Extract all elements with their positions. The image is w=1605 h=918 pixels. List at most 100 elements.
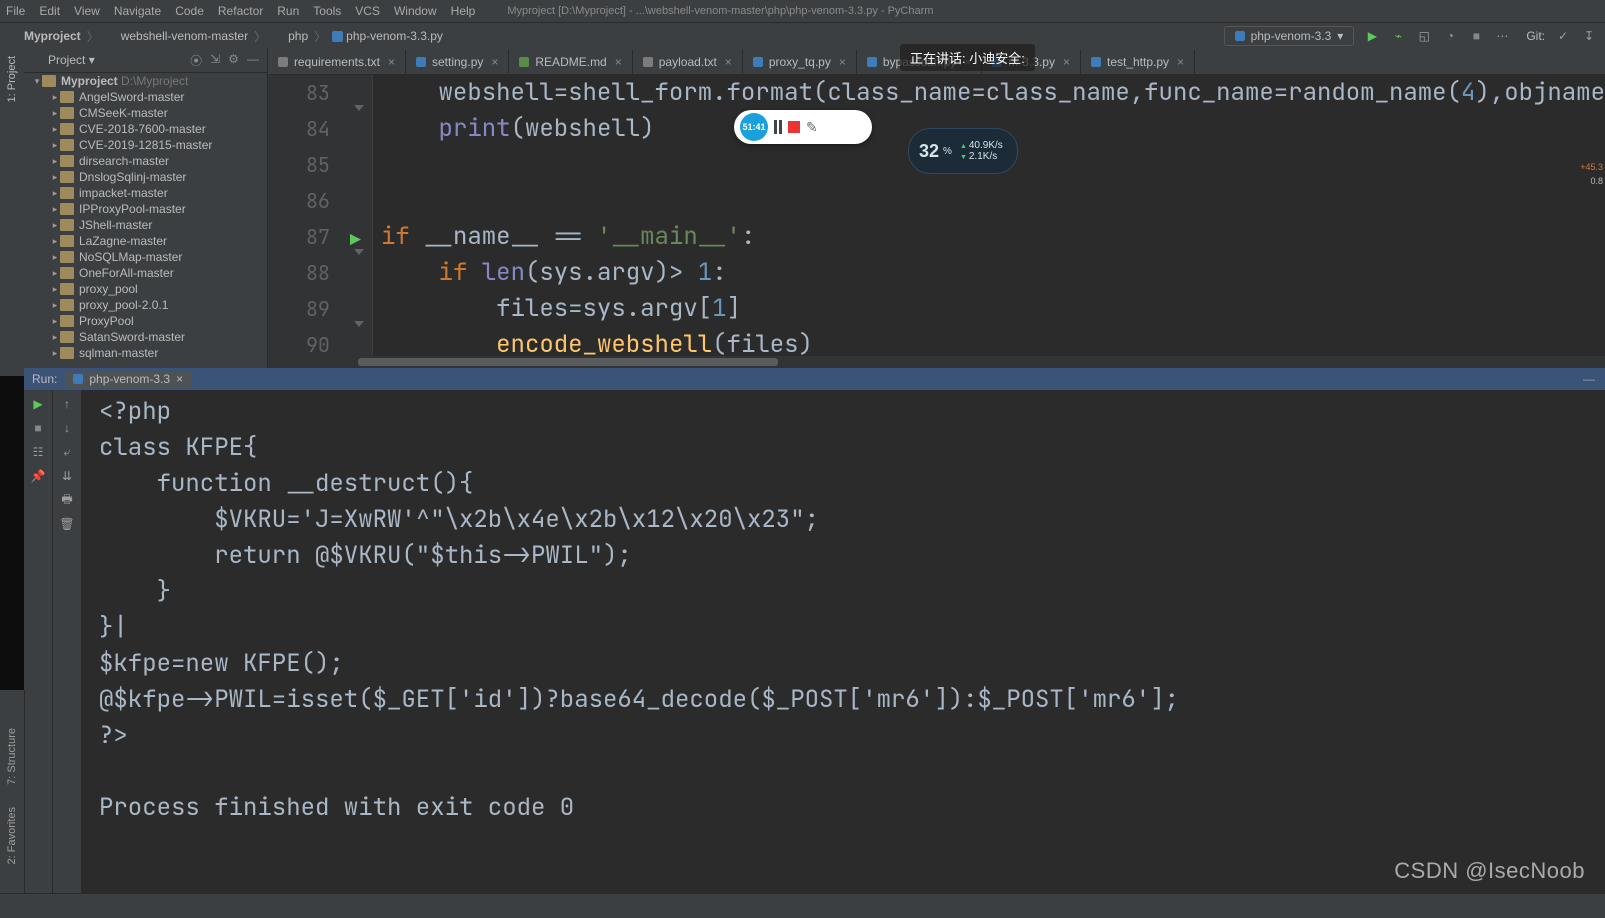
up-icon[interactable]: ↑ (59, 396, 75, 412)
menu-refactor[interactable]: Refactor (218, 4, 263, 18)
editor-tab[interactable]: README.md× (509, 50, 632, 74)
speed-unit: % (943, 146, 952, 157)
breadcrumb-file[interactable]: php-venom-3.3.py (332, 29, 443, 43)
tree-item[interactable]: ▸proxy_pool-2.0.1 (24, 297, 267, 313)
stop-button[interactable]: ■ (1468, 28, 1484, 44)
profile-button[interactable]: ◔ (1442, 28, 1458, 44)
pause-icon[interactable] (774, 120, 782, 134)
fold-icon[interactable] (354, 105, 364, 111)
vcs-commit-button[interactable]: ↧ (1581, 28, 1597, 44)
tree-item[interactable]: ▸LaZagne-master (24, 233, 267, 249)
editor-tab[interactable]: proxy_tq.py× (743, 50, 857, 74)
close-icon[interactable]: × (1177, 55, 1184, 69)
fold-icon[interactable] (354, 249, 364, 255)
hide-icon[interactable]: — (247, 52, 259, 69)
chevron-right-icon: 〉 (254, 28, 266, 45)
project-selector[interactable]: Project ▾ (32, 53, 95, 67)
tree-item[interactable]: ▸sqlman-master (24, 345, 267, 361)
pencil-icon[interactable]: ✎ (806, 119, 818, 136)
locate-icon[interactable]: ⦿ (190, 52, 202, 69)
run-tab[interactable]: php-venom-3.3 × (65, 371, 191, 387)
wrap-icon[interactable]: ⤶ (59, 444, 75, 460)
h-scrollbar[interactable] (358, 356, 1605, 368)
tree-item[interactable]: ▸IPProxyPool-master (24, 201, 267, 217)
fold-icon[interactable] (354, 321, 364, 327)
record-time-badge: 51:41 (740, 113, 768, 141)
close-icon[interactable]: × (725, 55, 732, 69)
close-icon[interactable]: × (1063, 55, 1070, 69)
sidebar-tab-project[interactable]: 1: Project (6, 56, 18, 102)
recorder-widget[interactable]: 51:41 ✎ (734, 110, 872, 144)
project-panel-header: Project ▾ ⦿ ⇲ ⚙ — (24, 48, 267, 73)
h-scroll-thumb[interactable] (358, 358, 778, 366)
sidebar-tab-favorites[interactable]: 2: Favorites (6, 807, 18, 864)
pin-button[interactable]: 📌 (30, 468, 46, 484)
tree-item[interactable]: ▸CMSeeK-master (24, 105, 267, 121)
tree-item[interactable]: ▸DnslogSqlinj-master (24, 169, 267, 185)
editor-tab[interactable]: requirements.txt× (268, 50, 406, 74)
menu-code[interactable]: Code (175, 4, 204, 18)
menu-bar: File Edit View Navigate Code Refactor Ru… (0, 0, 1605, 22)
tree-item[interactable]: ▸impacket-master (24, 185, 267, 201)
breadcrumb-2[interactable]: php (272, 29, 308, 43)
network-widget[interactable]: 32% 40.9K/s 2.1K/s (908, 128, 1018, 174)
tree-root[interactable]: ▾Myproject D:\Myproject (24, 73, 267, 89)
debug-button[interactable]: ⌁ (1390, 28, 1406, 44)
sidebar-tab-structure[interactable]: 7: Structure (6, 728, 18, 785)
gear-icon[interactable]: ⚙ (228, 52, 239, 69)
tree-item[interactable]: ▸NoSQLMap-master (24, 249, 267, 265)
tree-item[interactable]: ▸proxy_pool (24, 281, 267, 297)
tree-root-label: Myproject (61, 74, 118, 88)
collapse-icon[interactable]: ⇲ (210, 52, 220, 69)
breadcrumb-1[interactable]: webshell-venom-master (105, 29, 248, 43)
code-editor[interactable]: 8384858687888990 ▶ webshell=shell_form.f… (268, 75, 1605, 368)
more-button[interactable]: ⋯ (1494, 28, 1510, 44)
tree-item[interactable]: ▸JShell-master (24, 217, 267, 233)
line-gutter: 8384858687888990 (268, 75, 344, 368)
gutter-marks[interactable]: ▶ (344, 75, 373, 368)
tree-item[interactable]: ▸ProxyPool (24, 313, 267, 329)
breadcrumb-root[interactable]: Myproject (8, 29, 81, 43)
menu-navigate[interactable]: Navigate (114, 4, 161, 18)
close-icon[interactable]: × (491, 55, 498, 69)
left-tool-tabs-bottom: 2: Favorites 7: Structure (0, 690, 25, 894)
close-icon[interactable]: × (388, 55, 395, 69)
run-config-selector[interactable]: php-venom-3.3 ▾ (1224, 26, 1355, 46)
editor-tab[interactable]: setting.py× (406, 50, 509, 74)
menu-tools[interactable]: Tools (313, 4, 341, 18)
editor-tab[interactable]: payload.txt× (633, 50, 743, 74)
close-icon[interactable]: × (176, 372, 183, 386)
layout-button[interactable]: ☷ (30, 444, 46, 460)
trash-icon[interactable]: 🗑 (59, 516, 75, 532)
tree-item[interactable]: ▸AngelSword-master (24, 89, 267, 105)
vcs-update-button[interactable]: ✓ (1555, 28, 1571, 44)
tree-item[interactable]: ▸SatanSword-master (24, 329, 267, 345)
chevron-right-icon: 〉 (87, 28, 99, 45)
close-icon[interactable]: × (615, 55, 622, 69)
rerun-button[interactable]: ▶ (30, 396, 46, 412)
coverage-button[interactable]: ◱ (1416, 28, 1432, 44)
menu-help[interactable]: Help (451, 4, 476, 18)
down-icon[interactable]: ↓ (59, 420, 75, 436)
menu-window[interactable]: Window (394, 4, 437, 18)
console-output[interactable]: <?php class KFPE{ function __destruct(){… (81, 390, 1605, 894)
menu-file[interactable]: File (6, 4, 25, 18)
editor-tab[interactable]: test_http.py× (1081, 50, 1195, 74)
menu-vcs[interactable]: VCS (355, 4, 380, 18)
menu-edit[interactable]: Edit (39, 4, 60, 18)
close-icon[interactable]: × (839, 55, 846, 69)
menu-run[interactable]: Run (277, 4, 299, 18)
stop-icon[interactable] (788, 121, 800, 133)
run-button[interactable]: ▶ (1364, 28, 1380, 44)
tree-item[interactable]: ▸CVE-2018-7600-master (24, 121, 267, 137)
project-tree[interactable]: ▾Myproject D:\Myproject ▸AngelSword-mast… (24, 73, 267, 368)
tree-item[interactable]: ▸CVE-2019-12815-master (24, 137, 267, 153)
menu-view[interactable]: View (74, 4, 100, 18)
code-content[interactable]: webshell=shell_form.format(class_name=cl… (373, 75, 1605, 368)
tree-item[interactable]: ▸OneForAll-master (24, 265, 267, 281)
print-icon[interactable]: 🖶 (59, 492, 75, 508)
scroll-icon[interactable]: ⇊ (59, 468, 75, 484)
tree-item[interactable]: ▸dirsearch-master (24, 153, 267, 169)
stop-button[interactable]: ■ (30, 420, 46, 436)
minimize-icon[interactable]: — (1581, 371, 1597, 387)
